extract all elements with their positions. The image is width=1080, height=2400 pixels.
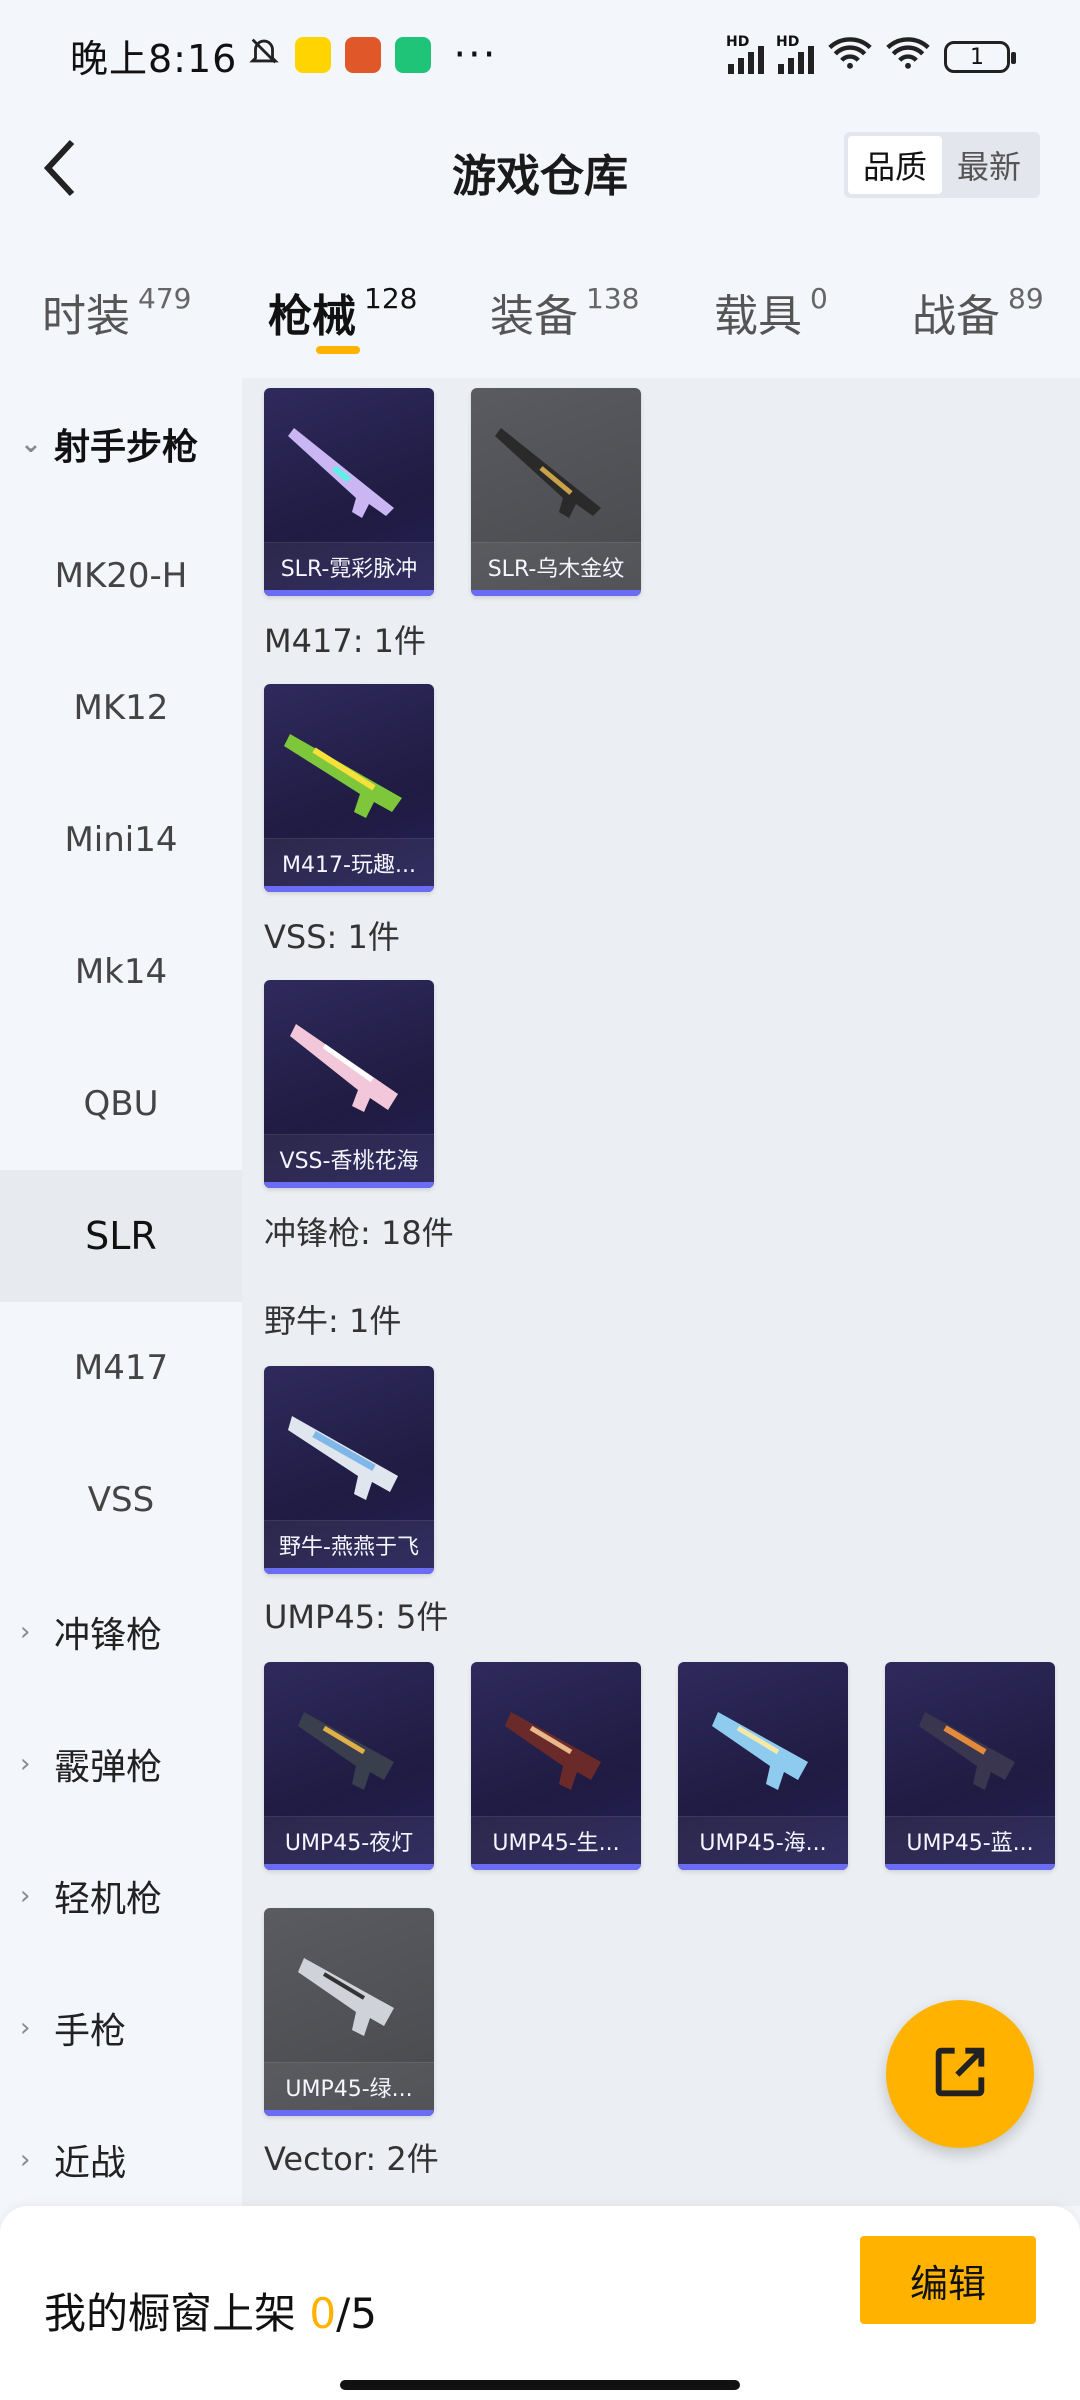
category-tabs: 时装 479 枪械 128 装备 138 载具 0 战备 89: [0, 270, 1080, 380]
skin-card[interactable]: SLR-乌木金纹: [471, 388, 641, 596]
rifle-skin-image: [288, 428, 394, 518]
signal-icon: HD: [726, 34, 764, 74]
section-header-m417: M417: 1件: [264, 622, 427, 660]
card-row: SLR-霓彩脉冲 SLR-乌木金纹: [264, 388, 641, 596]
sidebar-group-marksman[interactable]: ⌄ 射手步枪: [0, 378, 242, 510]
sort-newest-button[interactable]: 最新: [942, 136, 1036, 194]
card-row: 野牛-燕燕于飞: [264, 1366, 434, 1574]
card-row: M417-玩趣...: [264, 684, 434, 892]
sidebar-item-mk20h[interactable]: MK20-H: [0, 510, 242, 642]
chevron-right-icon: ›: [20, 1617, 31, 1647]
skin-card[interactable]: VSS-香桃花海: [264, 980, 434, 1188]
sidebar-item-slr[interactable]: SLR: [0, 1170, 242, 1302]
status-time: 晚上8:16: [70, 36, 238, 81]
showcase-label: 我的橱窗上架 0/5: [44, 2289, 377, 2338]
skin-card[interactable]: UMP45-海...: [678, 1662, 848, 1870]
tab-fashion[interactable]: 时装 479: [42, 280, 191, 344]
smg-skin-image: [298, 1712, 394, 1790]
tab-vehicles[interactable]: 载具 0: [714, 280, 828, 344]
chevron-right-icon: ›: [20, 1881, 31, 1911]
chevron-right-icon: ›: [20, 1749, 31, 1779]
external-share-icon: [928, 2040, 992, 2108]
share-fab-button[interactable]: [886, 2000, 1034, 2148]
sidebar-item-m417[interactable]: M417: [0, 1302, 242, 1434]
sort-toggle: 品质 最新: [844, 132, 1040, 198]
signal-icon: HD: [776, 34, 814, 74]
sidebar-item-mk14[interactable]: Mk14: [0, 906, 242, 1038]
rifle-skin-image: [290, 1024, 398, 1112]
wifi-icon: [828, 36, 872, 78]
chevron-right-icon: ›: [20, 2145, 31, 2175]
tab-tactical[interactable]: 战备 89: [912, 280, 1044, 344]
app-notification-icon: [345, 37, 382, 73]
skin-card[interactable]: 野牛-燕燕于飞: [264, 1366, 434, 1574]
skin-card[interactable]: M417-玩趣...: [264, 684, 434, 892]
active-tab-indicator: [316, 346, 360, 354]
sidebar-category-pistol[interactable]: › 手枪: [0, 1962, 242, 2094]
sidebar-item-mini14[interactable]: Mini14: [0, 774, 242, 906]
card-row: UMP45-绿...: [264, 1908, 434, 2116]
sort-quality-button[interactable]: 品质: [848, 136, 942, 194]
card-row: VSS-香桃花海: [264, 980, 434, 1188]
sidebar-item-mk12[interactable]: MK12: [0, 642, 242, 774]
skin-card[interactable]: UMP45-蓝...: [885, 1662, 1055, 1870]
item-grid: SLR-霓彩脉冲 SLR-乌木金纹 M417: 1件 M417-玩趣... VS…: [242, 378, 1080, 2206]
section-header-vss: VSS: 1件: [264, 918, 400, 956]
skin-card[interactable]: UMP45-夜灯: [264, 1662, 434, 1870]
section-header-bison: 野牛: 1件: [264, 1302, 402, 1340]
smg-skin-image: [288, 1416, 398, 1500]
home-indicator[interactable]: [340, 2380, 740, 2390]
bell-muted-icon: [247, 34, 281, 77]
status-bar: 晚上8:16 ··· HD HD 1: [0, 0, 1080, 110]
smg-skin-image: [298, 1958, 394, 2036]
wifi-icon: [886, 36, 930, 78]
tab-equipment[interactable]: 装备 138: [490, 280, 639, 344]
rifle-skin-image: [284, 734, 402, 818]
sidebar-item-qbu[interactable]: QBU: [0, 1038, 242, 1170]
skin-card[interactable]: UMP45-生...: [471, 1662, 641, 1870]
header: 游戏仓库 品质 最新: [0, 110, 1080, 230]
showcase-bar: 我的橱窗上架 0/5 编辑: [0, 2206, 1080, 2400]
edit-button[interactable]: 编辑: [860, 2236, 1036, 2324]
section-header-vector: Vector: 2件: [264, 2140, 439, 2178]
shield-app-icon: [395, 37, 432, 73]
weapon-sidebar: ⌄ 射手步枪 MK20-H MK12 Mini14 Mk14 QBU SLR M…: [0, 378, 242, 2206]
chevron-down-icon: ⌄: [20, 429, 42, 459]
smg-skin-image: [712, 1712, 808, 1790]
showcase-current-count: 0: [309, 2289, 337, 2338]
chevron-right-icon: ›: [20, 2013, 31, 2043]
section-header-ump45: UMP45: 5件: [264, 1598, 449, 1636]
battery-icon: 1: [944, 41, 1016, 73]
section-header-smg: 冲锋枪: 18件: [264, 1214, 454, 1252]
skin-card[interactable]: UMP45-绿...: [264, 1908, 434, 2116]
smg-skin-image: [505, 1712, 601, 1790]
tab-guns[interactable]: 枪械 128: [268, 280, 417, 344]
more-notifications-icon: ···: [453, 32, 498, 78]
sidebar-category-shotgun[interactable]: › 霰弹枪: [0, 1698, 242, 1830]
sidebar-item-vss[interactable]: VSS: [0, 1434, 242, 1566]
rifle-skin-image: [495, 428, 601, 518]
skin-card[interactable]: SLR-霓彩脉冲: [264, 388, 434, 596]
sidebar-category-smg[interactable]: › 冲锋枪: [0, 1566, 242, 1698]
smg-skin-image: [919, 1712, 1015, 1790]
showcase-total-count: /5: [336, 2289, 377, 2338]
card-row: UMP45-夜灯 UMP45-生... UMP45-海... UMP45-蓝..…: [264, 1662, 1055, 1870]
sidebar-category-lmg[interactable]: › 轻机枪: [0, 1830, 242, 1962]
app-notification-icon: [295, 37, 332, 73]
